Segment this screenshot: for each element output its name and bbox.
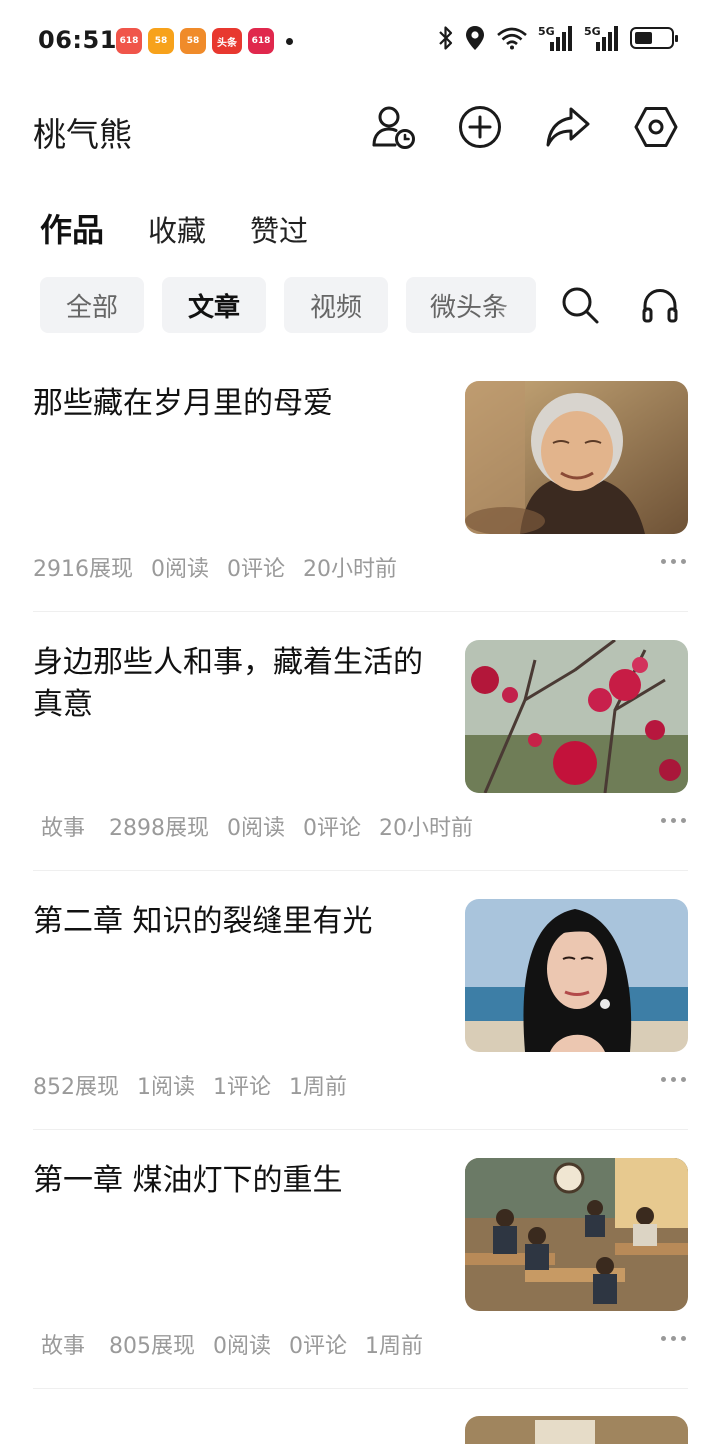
- headphones-icon: [642, 288, 678, 323]
- wifi-icon: [497, 27, 527, 50]
- article-item[interactable]: 那些藏在岁月里的母爱 2916展现 0阅读 0评论 20小时前: [33, 381, 688, 639]
- comments: 0评论: [289, 1334, 348, 1359]
- comments: 1评论: [213, 1075, 271, 1100]
- publish-time: 1周前: [365, 1334, 424, 1359]
- reads: 1阅读: [137, 1075, 195, 1100]
- profile-history-icon: [372, 106, 415, 149]
- reads: 0阅读: [227, 816, 286, 841]
- impressions: 852展现: [33, 1075, 119, 1100]
- system-status-icons: 5G 5G: [438, 24, 678, 52]
- more-options-button[interactable]: [661, 818, 686, 823]
- tab-favorites[interactable]: 收藏: [148, 208, 206, 250]
- woman-by-sea-image: [465, 899, 688, 1052]
- tab-works[interactable]: 作品: [40, 205, 104, 251]
- publish-time: 1周前: [289, 1075, 347, 1100]
- article-tag: 故事: [41, 1334, 86, 1359]
- classroom-image: [465, 1158, 688, 1311]
- svg-text:5G: 5G: [538, 25, 555, 38]
- notification-app-icon: 头条: [212, 28, 242, 54]
- article-thumbnail: [465, 381, 688, 534]
- battery-cap: [675, 35, 678, 42]
- filter-videos[interactable]: 视频: [284, 277, 388, 333]
- impressions: 2916展现: [33, 557, 133, 582]
- publish-time: 20小时前: [303, 557, 397, 582]
- more-options-button[interactable]: [661, 1077, 686, 1082]
- share-icon: [546, 107, 590, 147]
- profile-username: 桃气熊: [33, 115, 132, 154]
- article-stats: 2916展现 0阅读 0评论 20小时前: [33, 551, 397, 583]
- tab-liked[interactable]: 赞过: [250, 208, 308, 250]
- reads: 0阅读: [213, 1334, 272, 1359]
- more-options-button[interactable]: [661, 1336, 686, 1341]
- battery-icon: [630, 27, 678, 49]
- notification-app-icon: 58: [148, 28, 174, 54]
- divider: [33, 1388, 688, 1389]
- settings-icon: [634, 107, 678, 147]
- content-filter-chips: 全部 文章 视频 微头条: [40, 277, 536, 333]
- article-tag: 故事: [41, 816, 86, 841]
- cellular-5g-icon: 5G: [584, 25, 618, 51]
- article-thumbnail: [465, 899, 688, 1052]
- article-title: 第一章 煤油灯下的重生: [33, 1163, 343, 1198]
- share-profile-button[interactable]: [543, 102, 593, 152]
- chip-fade: [496, 277, 536, 333]
- comments: 0评论: [303, 816, 362, 841]
- add-circle-icon: [459, 106, 501, 148]
- divider: [33, 611, 688, 612]
- article-stats: 故事 2898展现 0阅读 0评论 20小时前: [33, 810, 473, 842]
- article-title: 那些藏在岁月里的母爱: [33, 386, 333, 421]
- elderly-woman-image: [465, 381, 688, 534]
- article-item[interactable]: 身边那些人和事，藏着生活的真意 故事 2898展现 0阅读 0评论 20小时前: [33, 640, 688, 898]
- search-icon: [562, 287, 599, 324]
- article-title: 第二章 知识的裂缝里有光: [33, 904, 373, 939]
- article-stats: 故事 805展现 0阅读 0评论 1周前: [33, 1328, 423, 1360]
- search-works-button[interactable]: [555, 280, 605, 330]
- status-time: 06:51: [38, 26, 117, 54]
- notification-app-icon: 618: [116, 28, 142, 54]
- next-article-peek: [465, 1416, 688, 1444]
- add-content-button[interactable]: [455, 102, 505, 152]
- filter-micro-posts[interactable]: 微头条: [406, 277, 536, 333]
- notification-app-icon: 58: [180, 28, 206, 54]
- article-item[interactable]: 第一章 煤油灯下的重生 故事 805展现 0阅读 0评论 1周前: [33, 1158, 688, 1416]
- article-stats: 852展现 1阅读 1评论 1周前: [33, 1069, 347, 1101]
- notification-app-icons: 618 58 58 头条 618: [116, 28, 293, 54]
- article-thumbnail: [465, 1158, 688, 1311]
- article-title: 身边那些人和事，藏着生活的真意: [33, 645, 423, 722]
- publish-time: 20小时前: [379, 816, 474, 841]
- settings-button[interactable]: [631, 102, 681, 152]
- battery-fill: [635, 32, 653, 44]
- reads: 0阅读: [151, 557, 209, 582]
- svg-text:5G: 5G: [584, 25, 601, 38]
- impressions: 2898展现: [109, 816, 210, 841]
- comments: 0评论: [227, 557, 285, 582]
- listen-button[interactable]: [635, 280, 685, 330]
- divider: [33, 870, 688, 871]
- cellular-5g-icon: 5G: [538, 25, 572, 51]
- bluetooth-icon: [439, 26, 453, 50]
- filter-articles[interactable]: 文章: [162, 277, 266, 333]
- filter-all[interactable]: 全部: [40, 277, 144, 333]
- profile-tabs: 作品 收藏 赞过: [40, 205, 352, 251]
- impressions: 805展现: [109, 1334, 196, 1359]
- red-blossoms-image: [465, 640, 688, 793]
- more-notifications-dot: [286, 37, 293, 45]
- article-item[interactable]: 第二章 知识的裂缝里有光 852展现 1阅读 1评论 1周前: [33, 899, 688, 1157]
- divider: [33, 1129, 688, 1130]
- notification-app-icon: 618: [248, 28, 274, 54]
- status-bar: 06:51 618 58 58 头条 618 5G 5G: [0, 0, 720, 80]
- location-icon: [466, 26, 484, 50]
- more-options-button[interactable]: [661, 559, 686, 564]
- article-thumbnail: [465, 640, 688, 793]
- visitor-history-button[interactable]: [368, 102, 418, 152]
